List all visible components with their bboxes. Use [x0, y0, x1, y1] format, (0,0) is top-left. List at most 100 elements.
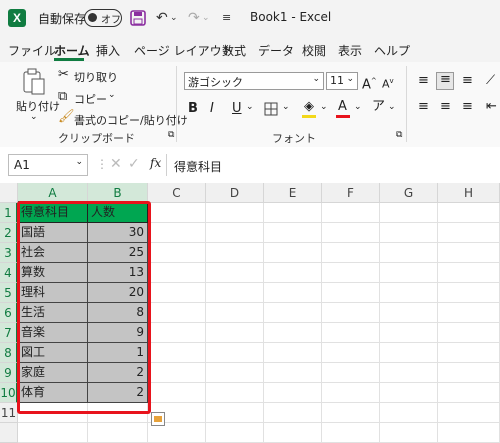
align-center-icon[interactable]: ≡	[440, 98, 451, 116]
align-bottom-icon[interactable]: ≡	[462, 72, 473, 90]
tab-file[interactable]: ファイル	[8, 42, 56, 59]
column-header-h[interactable]: H	[438, 183, 500, 203]
column-header-a[interactable]: A	[18, 183, 88, 203]
shrink-font-icon[interactable]: Av	[382, 72, 394, 94]
fill-color-icon[interactable]: ◈	[304, 98, 314, 116]
worksheet-grid[interactable]: A B C D E F G H 1 2 3 4 5 6 7 8 9 10 11 …	[0, 183, 500, 443]
table-cell-subject[interactable]: 生活	[18, 303, 88, 323]
font-color-icon[interactable]: A	[338, 98, 347, 116]
font-name-dropdown[interactable]: 游ゴシック ⌄	[184, 72, 324, 90]
borders-icon[interactable]	[264, 102, 278, 116]
table-cell-count[interactable]: 1	[88, 343, 148, 363]
undo-icon[interactable]: ↶	[156, 8, 168, 28]
indent-icon[interactable]: ⇤	[486, 98, 497, 116]
align-left-icon[interactable]: ≡	[418, 98, 429, 116]
copy-button[interactable]: コピー	[74, 91, 107, 107]
paste-icon[interactable]	[22, 68, 46, 96]
tab-home[interactable]: ホーム	[54, 42, 90, 59]
paste-button[interactable]: 貼り付け	[16, 98, 60, 114]
underline-dropdown-icon[interactable]: ⌄	[246, 102, 254, 112]
table-cell-count[interactable]: 2	[88, 383, 148, 403]
redo-dropdown-icon[interactable]: ⌄	[202, 8, 210, 28]
tab-data[interactable]: データ	[258, 42, 294, 59]
clipboard-launcher-icon[interactable]: ⧉	[168, 130, 174, 140]
cell-a1[interactable]: 得意科目	[18, 203, 88, 223]
column-header-d[interactable]: D	[206, 183, 264, 203]
column-header-c[interactable]: C	[148, 183, 206, 203]
paste-dropdown-icon[interactable]: ⌄	[30, 112, 38, 122]
row-header[interactable]: 2	[0, 223, 18, 243]
table-cell-count[interactable]: 25	[88, 243, 148, 263]
empty-column-g[interactable]	[380, 203, 438, 443]
insert-function-icon[interactable]: fx	[150, 156, 161, 170]
customize-toolbar-icon[interactable]: ≡	[222, 8, 231, 28]
font-color-dropdown-icon[interactable]: ⌄	[354, 102, 362, 112]
table-cell-count[interactable]: 20	[88, 283, 148, 303]
row-header[interactable]: 10	[0, 383, 18, 403]
phonetic-dropdown-icon[interactable]: ⌄	[388, 102, 396, 112]
table-cell-subject[interactable]: 理科	[18, 283, 88, 303]
undo-dropdown-icon[interactable]: ⌄	[170, 8, 178, 28]
quick-analysis-icon[interactable]	[151, 412, 165, 426]
align-middle-button[interactable]: ≡	[436, 72, 454, 90]
table-cell-subject[interactable]: 体育	[18, 383, 88, 403]
copy-icon[interactable]: ⧉	[58, 88, 67, 106]
row-header[interactable]: 9	[0, 363, 18, 383]
column-header-b[interactable]: B	[88, 183, 148, 203]
align-right-icon[interactable]: ≡	[462, 98, 473, 116]
enter-icon[interactable]: ✓	[128, 156, 140, 172]
cut-icon[interactable]: ✂	[58, 66, 69, 84]
formula-input[interactable]: 得意科目	[170, 154, 500, 176]
underline-button[interactable]: U	[232, 100, 242, 118]
tab-page-layout[interactable]: ページ レイアウト	[134, 42, 234, 59]
table-cell-subject[interactable]: 家庭	[18, 363, 88, 383]
name-box[interactable]: A1 ⌄	[8, 154, 88, 176]
fill-color-dropdown-icon[interactable]: ⌄	[320, 102, 328, 112]
cut-button[interactable]: 切り取り	[74, 69, 118, 85]
table-cell-count[interactable]: 9	[88, 323, 148, 343]
column-header-g[interactable]: G	[380, 183, 438, 203]
font-launcher-icon[interactable]: ⧉	[396, 130, 402, 140]
empty-column-e[interactable]	[264, 203, 322, 443]
row-header[interactable]: 3	[0, 243, 18, 263]
table-cell-subject[interactable]: 算数	[18, 263, 88, 283]
row-header[interactable]: 6	[0, 303, 18, 323]
cancel-icon[interactable]: ✕	[110, 156, 122, 172]
empty-cells-b11[interactable]	[88, 403, 148, 443]
tab-formulas[interactable]: 数式	[222, 42, 246, 59]
table-cell-subject[interactable]: 図工	[18, 343, 88, 363]
cell-b1[interactable]: 人数	[88, 203, 148, 223]
column-header-f[interactable]: F	[322, 183, 380, 203]
bold-button[interactable]: B	[188, 100, 198, 118]
format-painter-icon[interactable]: 🖌	[58, 108, 75, 126]
row-header[interactable]: 1	[0, 203, 18, 223]
row-header[interactable]: 4	[0, 263, 18, 283]
redo-icon[interactable]: ↷	[188, 8, 200, 28]
column-header-e[interactable]: E	[264, 183, 322, 203]
italic-button[interactable]: I	[210, 100, 214, 118]
orientation-icon[interactable]: ⟋	[486, 72, 495, 90]
copy-dropdown-icon[interactable]: ⌄	[108, 90, 116, 100]
font-size-dropdown[interactable]: 11 ⌄	[326, 72, 358, 90]
table-cell-count[interactable]: 30	[88, 223, 148, 243]
row-header[interactable]: 11	[0, 403, 18, 423]
align-top-icon[interactable]: ≡	[418, 72, 429, 90]
empty-column-h[interactable]	[438, 203, 500, 443]
table-cell-count[interactable]: 2	[88, 363, 148, 383]
table-cell-subject[interactable]: 国語	[18, 223, 88, 243]
table-cell-count[interactable]: 8	[88, 303, 148, 323]
empty-column-f[interactable]	[322, 203, 380, 443]
table-cell-count[interactable]: 13	[88, 263, 148, 283]
format-painter-button[interactable]: 書式のコピー/貼り付け	[74, 112, 188, 128]
autosave-toggle[interactable]: オフ	[84, 9, 122, 27]
row-header[interactable]: 8	[0, 343, 18, 363]
empty-column-c[interactable]	[148, 203, 206, 443]
save-icon[interactable]	[130, 10, 146, 26]
tab-review[interactable]: 校閲	[302, 42, 326, 59]
tab-help[interactable]: ヘルプ	[374, 42, 410, 59]
empty-cells-a11[interactable]	[18, 403, 88, 443]
tab-insert[interactable]: 挿入	[96, 42, 120, 59]
row-header[interactable]	[0, 423, 18, 443]
row-header[interactable]: 5	[0, 283, 18, 303]
select-all-corner[interactable]	[0, 183, 18, 203]
